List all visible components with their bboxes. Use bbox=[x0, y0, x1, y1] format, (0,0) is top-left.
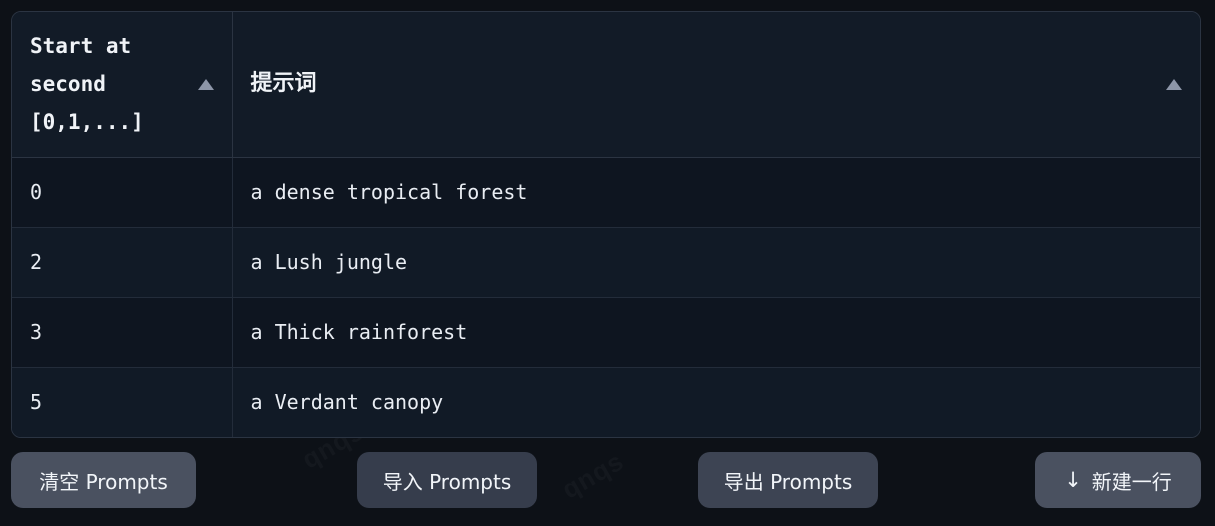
table-row[interactable]: 0 a dense tropical forest bbox=[12, 157, 1200, 228]
import-prompts-button[interactable]: 导入 Prompts bbox=[357, 452, 537, 508]
table-row[interactable]: 2 a Lush jungle bbox=[12, 227, 1200, 298]
table-header-row: Start at second [0,1,...] 提示词 bbox=[12, 12, 1200, 158]
cell-start-second[interactable]: 2 bbox=[12, 227, 233, 298]
cell-prompt[interactable]: a Lush jungle bbox=[232, 227, 1200, 298]
sort-ascending-icon[interactable] bbox=[1166, 78, 1182, 90]
add-new-row-label: 新建一行 bbox=[1091, 469, 1172, 494]
cell-prompt[interactable]: a dense tropical forest bbox=[232, 157, 1200, 228]
clear-prompts-button[interactable]: 清空 Prompts bbox=[11, 452, 196, 508]
cell-start-second[interactable]: 5 bbox=[12, 367, 233, 437]
table-row[interactable]: 3 a Thick rainforest bbox=[12, 297, 1200, 368]
table-action-bar: 清空 Prompts 导入 Prompts 导出 Prompts ↓ 新建一行 bbox=[11, 452, 1201, 508]
column-header-start-second-label: Start at second [0,1,...] bbox=[30, 34, 144, 135]
prompt-schedule-panel: Start at second [0,1,...] 提示词 0 a dense … bbox=[0, 0, 1215, 526]
sort-ascending-icon[interactable] bbox=[197, 78, 214, 90]
import-prompts-label: 导入 Prompts bbox=[382, 469, 512, 494]
cell-start-second[interactable]: 3 bbox=[12, 297, 233, 368]
add-new-row-button[interactable]: ↓ 新建一行 bbox=[1035, 452, 1201, 508]
prompts-table: Start at second [0,1,...] 提示词 0 a dense … bbox=[12, 12, 1200, 437]
arrow-down-icon: ↓ bbox=[1064, 467, 1082, 492]
export-prompts-label: 导出 Prompts bbox=[723, 469, 853, 494]
cell-prompt[interactable]: a Thick rainforest bbox=[232, 297, 1200, 368]
prompts-table-container: Start at second [0,1,...] 提示词 0 a dense … bbox=[11, 11, 1201, 438]
table-row[interactable]: 5 a Verdant canopy bbox=[12, 367, 1200, 437]
table-body: 0 a dense tropical forest 2 a Lush jungl… bbox=[12, 157, 1200, 437]
cell-prompt[interactable]: a Verdant canopy bbox=[232, 367, 1200, 437]
export-prompts-button[interactable]: 导出 Prompts bbox=[698, 452, 878, 508]
column-header-prompt[interactable]: 提示词 bbox=[232, 12, 1200, 158]
column-header-prompt-label: 提示词 bbox=[250, 71, 317, 97]
cell-start-second[interactable]: 0 bbox=[12, 157, 233, 228]
table-header: Start at second [0,1,...] 提示词 bbox=[12, 12, 1200, 158]
column-header-start-second[interactable]: Start at second [0,1,...] bbox=[12, 12, 233, 158]
clear-prompts-label: 清空 Prompts bbox=[39, 469, 168, 494]
